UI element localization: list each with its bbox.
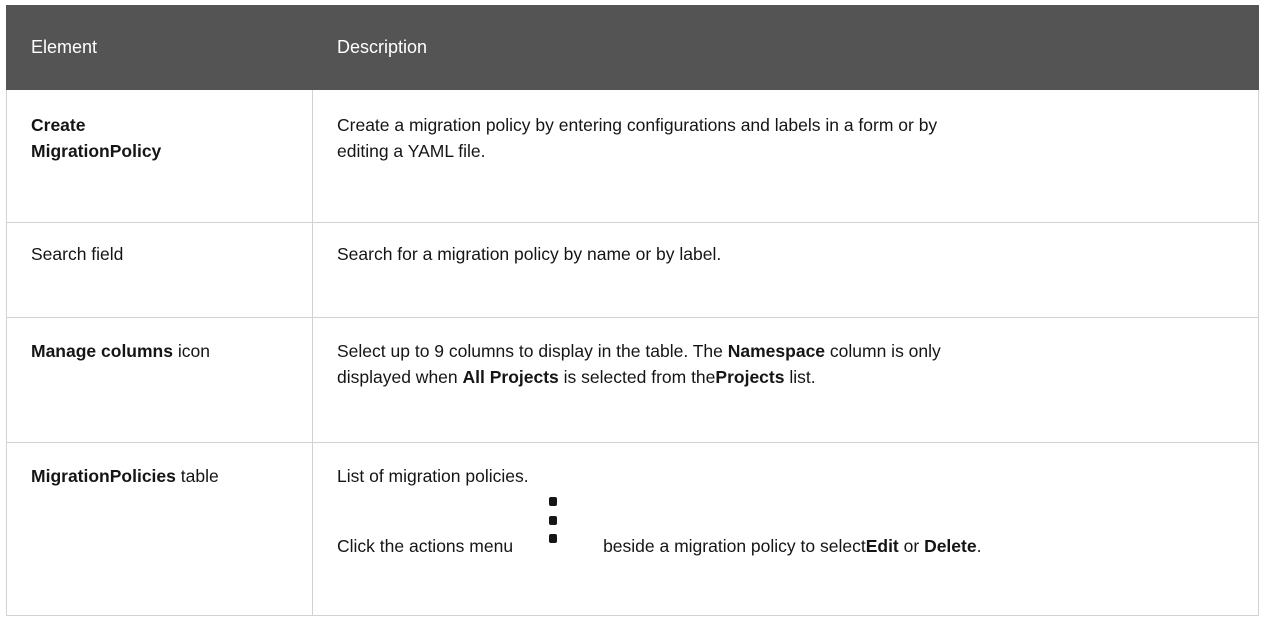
description-text: List of migration policies. [337,466,529,486]
description-strong: Namespace [727,341,826,361]
element-cell: Search field [6,222,313,318]
table-row: Search field Search for a migration poli… [6,222,1259,318]
header-description: Description [312,5,1259,90]
description-cell: Select up to 9 columns to display in the… [312,317,1259,443]
table-header: Element Description [6,5,1259,90]
description-strong: Delete [924,536,977,556]
description-text: or [898,536,925,556]
description-text: Select up to 9 columns to display in the… [337,341,728,361]
element-cell: Create MigrationPolicy [6,89,313,223]
element-name: Create [31,115,86,135]
description-text: . [976,536,982,556]
element-description-table: Element Description Create MigrationPoli… [6,5,1259,616]
table-row: MigrationPolicies table List of migratio… [6,442,1259,616]
description-strong: All Projects [462,367,559,388]
description-line: displayed when All Projects is selected … [337,364,1240,390]
description-strong: Edit [865,536,899,556]
description-cell: Create a migration policy by entering co… [312,89,1259,223]
description-text: Create a migration policy by entering co… [337,115,938,135]
description-cell: Search for a migration policy by name or… [312,222,1259,318]
description-strong: Projects [715,367,785,388]
element-cell: Manage columns icon [6,317,313,443]
element-name: Search field [31,244,124,264]
description-line: Select up to 9 columns to display in the… [337,338,1240,364]
description-cell: List of migration policies. Click the ac… [312,442,1259,616]
description-text: displayed when [337,367,463,388]
kebab-menu-icon [549,497,559,544]
description-line: Click the actions menu beside a migratio… [337,497,1240,559]
element-suffix: icon [172,341,210,361]
element-name: MigrationPolicies [31,466,176,486]
element-suffix: table [175,466,219,486]
header-row: Element Description [6,5,1259,90]
table-row: Create MigrationPolicy Create a migratio… [6,89,1259,223]
description-text: is selected from the [558,367,716,388]
header-element: Element [6,5,313,90]
description-text: beside a migration policy to select [603,536,866,556]
description-text: Search for a migration policy by name or… [337,244,722,264]
description-text: Click the actions menu [337,536,514,556]
element-name: MigrationPolicy [31,141,162,162]
element-name: Manage columns [31,341,173,361]
description-text: column is only [825,341,941,361]
description-text: list. [784,367,816,388]
table-row: Manage columns icon Select up to 9 colum… [6,317,1259,443]
element-cell: MigrationPolicies table [6,442,313,616]
description-text: editing a YAML file. [337,141,486,162]
